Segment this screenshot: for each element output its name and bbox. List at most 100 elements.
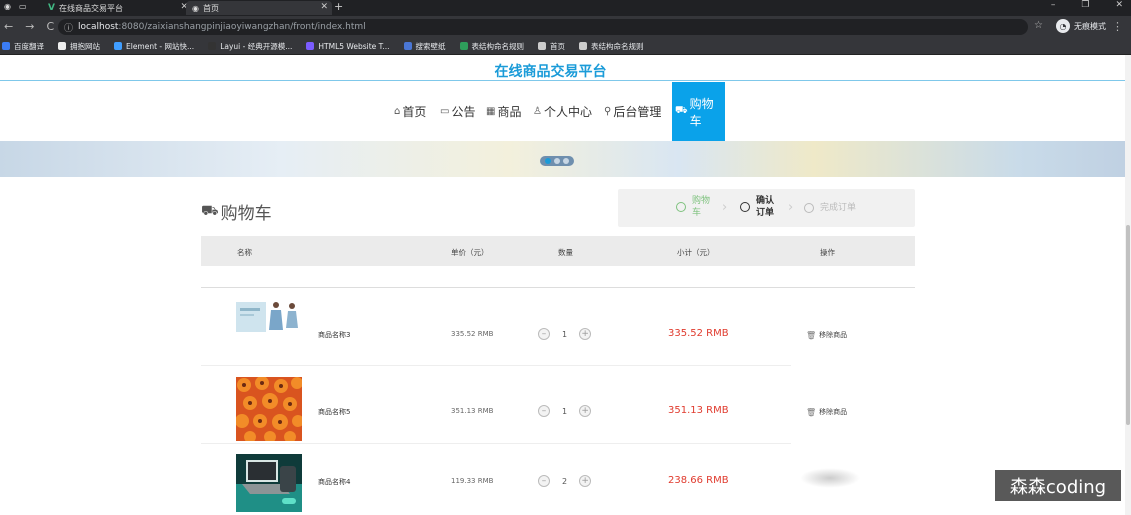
chevron-right-icon: › <box>722 200 728 215</box>
col-qty: 数量 <box>558 248 573 257</box>
bookmark-icon <box>58 42 66 50</box>
decrease-button[interactable]: – <box>538 328 550 340</box>
bookmark-icon <box>114 42 122 50</box>
subtotal: 238.66 RMB <box>668 475 729 486</box>
nav-label: 公告 <box>451 105 476 119</box>
bookmark-item[interactable]: 拥抱网站 <box>58 41 100 52</box>
bookmark-label: 拥抱网站 <box>70 41 100 51</box>
col-subtotal: 小计（元） <box>677 248 715 257</box>
step-label: 确认订单 <box>756 196 775 218</box>
page-scrollbar[interactable] <box>1125 55 1131 515</box>
incognito-label: 无痕模式 <box>1074 21 1106 31</box>
unit-price: 335.52 RMB <box>451 330 494 338</box>
header-divider <box>201 287 915 288</box>
trash-icon: 🗑 <box>806 407 817 417</box>
web-page: 在线商品交易平台 ⌂ 首页 ▭ 公告 ▦ 商品 ♙ 个人中心 ⚲ 后台管理 ⛟ … <box>0 55 1131 515</box>
product-image[interactable] <box>236 377 302 441</box>
url-host: localhost <box>78 22 119 32</box>
nav-item-notice[interactable]: ▭ 公告 <box>440 82 475 141</box>
url-path: :8080/zaixianshangpinjiaoyiwangzhan/fron… <box>118 22 366 32</box>
product-image[interactable] <box>236 454 302 512</box>
quantity-value: 1 <box>562 406 568 416</box>
close-window-button[interactable]: ✕ <box>1115 0 1123 10</box>
address-bar-row: ← → C ⓘ localhost :8080/zaixianshangpinj… <box>0 16 1131 38</box>
minimize-button[interactable]: – <box>1051 0 1056 10</box>
bookmark-label: HTML5 Website T... <box>318 41 390 51</box>
nav-label: 首页 <box>402 105 427 119</box>
bookmark-icon <box>579 42 588 50</box>
step-done-icon <box>676 202 686 212</box>
new-tab-button[interactable]: + <box>334 0 343 13</box>
maximize-button[interactable]: ❐ <box>1081 0 1089 10</box>
quantity-stepper: – 1 + <box>538 405 592 417</box>
incognito-icon: ◔ <box>1056 19 1070 33</box>
back-icon[interactable]: ← <box>4 20 13 33</box>
site-title: 在线商品交易平台 <box>494 64 607 80</box>
reload-icon[interactable]: C <box>46 20 54 33</box>
browser-tab-2[interactable]: ◉ 首页 ✕ <box>186 1 332 15</box>
url-input[interactable]: ⓘ localhost :8080/zaixianshangpinjiaoyiw… <box>58 19 1028 35</box>
remove-button[interactable]: 🗑 移除商品 <box>806 407 847 417</box>
main-nav: ⌂ 首页 ▭ 公告 ▦ 商品 ♙ 个人中心 ⚲ 后台管理 ⛟ 购物车 <box>0 82 1131 141</box>
tab-label: 首页 <box>202 3 219 13</box>
remove-label: 移除商品 <box>819 408 848 416</box>
bookmark-icon <box>306 42 315 50</box>
tab-label: 在线商品交易平台 <box>58 3 123 13</box>
increase-button[interactable]: + <box>579 475 592 487</box>
nav-item-home[interactable]: ⌂ 首页 <box>394 82 426 141</box>
bookmark-icon <box>403 42 412 50</box>
carousel-dot[interactable] <box>545 158 551 164</box>
checkout-steps: 购物车 › 确认订单 › 完成订单 <box>618 189 915 227</box>
carousel-dot[interactable] <box>563 158 569 164</box>
forward-icon[interactable]: → <box>25 20 34 33</box>
remove-button[interactable]: 🗑 移除商品 <box>806 330 847 340</box>
bookmark-item[interactable]: Layui - 经典开源模... <box>208 41 292 52</box>
nav-item-cart[interactable]: ⛟ 购物车 <box>672 82 725 141</box>
bookmark-item[interactable]: HTML5 Website T... <box>306 41 390 51</box>
bookmark-item[interactable]: 表结构命名规则 <box>459 41 524 52</box>
globe-icon: ◉ <box>192 3 199 13</box>
nav-item-profile[interactable]: ♙ 个人中心 <box>533 82 592 141</box>
bookmark-label: 首页 <box>550 41 566 51</box>
close-tab-icon[interactable]: ✕ <box>320 2 328 12</box>
bookmark-item[interactable]: 首页 <box>538 41 565 52</box>
bookmark-item[interactable]: 百度翻译 <box>2 41 44 52</box>
cart-title-text: 购物车 <box>220 204 272 224</box>
step-label: 购物车 <box>692 196 711 218</box>
step-pending-icon <box>804 203 814 213</box>
quantity-value: 1 <box>562 329 568 339</box>
scrollbar-thumb[interactable] <box>1126 225 1130 425</box>
nav-item-admin[interactable]: ⚲ 后台管理 <box>604 82 661 141</box>
carousel-dot[interactable] <box>554 158 560 164</box>
row-divider <box>201 365 791 366</box>
decrease-button[interactable]: – <box>538 475 550 487</box>
nav-label: 个人中心 <box>543 105 592 119</box>
bookmark-item[interactable]: 表结构命名规则 <box>579 41 644 52</box>
browser-icon: ◉ <box>4 2 11 11</box>
carousel-indicators[interactable] <box>540 156 574 166</box>
window-icons: ◉ ▭ <box>4 2 27 11</box>
window-icon: ▭ <box>18 2 27 11</box>
increase-button[interactable]: + <box>579 405 592 417</box>
cart-icon: ⛟ <box>675 105 688 116</box>
browser-menu-icon[interactable]: ⋮ <box>1112 20 1123 33</box>
quantity-stepper: – 1 + <box>538 328 592 340</box>
step-confirm: 确认订单 <box>740 195 778 219</box>
product-name: 商品名称5 <box>318 408 351 416</box>
browser-tab-1[interactable]: V 在线商品交易平台 ✕ <box>42 1 192 15</box>
step-cart: 购物车 <box>676 195 714 219</box>
decrease-button[interactable]: – <box>538 405 550 417</box>
row-divider <box>201 443 791 444</box>
product-image[interactable] <box>236 300 302 364</box>
increase-button[interactable]: + <box>579 328 592 340</box>
bookmark-item[interactable]: 搜索壁纸 <box>403 41 446 52</box>
bookmark-label: Element - 网站快... <box>126 41 195 51</box>
nav-item-products[interactable]: ▦ 商品 <box>486 82 521 141</box>
incognito-indicator[interactable]: ◔ 无痕模式 <box>1056 19 1106 33</box>
notice-icon: ▭ <box>440 106 450 117</box>
bookmark-item[interactable]: Element - 网站快... <box>114 41 194 52</box>
bookmark-icon <box>2 42 10 50</box>
bookmark-star-icon[interactable]: ☆ <box>1034 20 1043 31</box>
chevron-right-icon: › <box>788 200 794 215</box>
cart-row: 商品名称5 351.13 RMB – 1 + 351.13 RMB 🗑 移除商品 <box>201 377 915 452</box>
